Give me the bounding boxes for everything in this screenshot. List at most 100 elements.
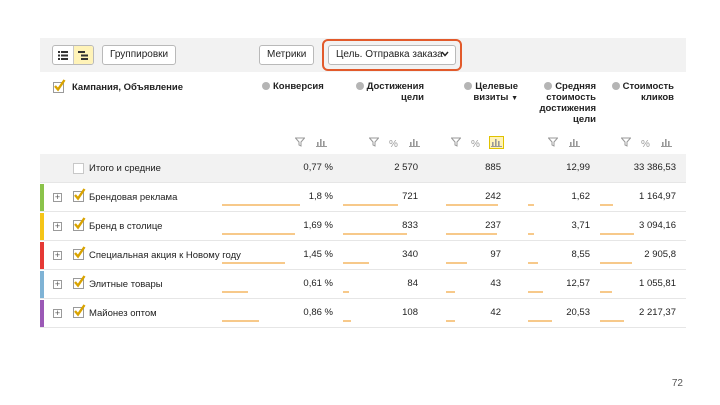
goal-select[interactable]: Цель. Отправка заказа xyxy=(328,45,456,65)
avg-goal-cost-value: 12,57 xyxy=(566,278,590,289)
conversion-value: 1,8 % xyxy=(308,191,333,202)
goal-select-label: Цель. Отправка заказа xyxy=(336,49,443,60)
metrics-button[interactable]: Метрики xyxy=(259,45,315,65)
value-bar xyxy=(528,320,552,322)
click-cost-value: 2 905,8 xyxy=(644,249,676,260)
target-visits-value: 237 xyxy=(485,220,501,231)
value-bar xyxy=(343,320,351,322)
value-bar xyxy=(600,320,624,322)
value-bar xyxy=(222,320,259,322)
goal-reaches-value: 2 570 xyxy=(394,162,418,173)
value-bar xyxy=(528,262,538,264)
expand-row-button[interactable]: + xyxy=(53,222,62,231)
view-mode-switch xyxy=(52,45,94,65)
value-bar xyxy=(222,262,285,264)
list-view-icon xyxy=(57,50,68,60)
expand-row-button[interactable]: + xyxy=(53,309,62,318)
campaign-name[interactable]: Элитные товары xyxy=(89,279,163,290)
row-color-stripe xyxy=(40,184,44,211)
goal-reaches-value: 833 xyxy=(402,220,418,231)
row-checkbox[interactable] xyxy=(73,246,86,260)
total-checkbox[interactable] xyxy=(73,163,84,174)
value-bar xyxy=(600,262,632,264)
campaign-name[interactable]: Бренд в столице xyxy=(89,221,162,232)
row-color-stripe xyxy=(40,271,44,298)
table-row[interactable]: + Брендовая реклама 1,8 % 721 242 1,62 1 164,9… xyxy=(40,183,686,212)
value-bar xyxy=(446,262,467,264)
avg-goal-cost-value: 20,53 xyxy=(566,307,590,318)
filter-icon[interactable] xyxy=(620,134,632,147)
filter-icon[interactable] xyxy=(368,134,380,147)
value-bar xyxy=(222,233,295,235)
filter-icon[interactable] xyxy=(547,134,559,147)
total-label: Итого и средние xyxy=(89,163,161,174)
tree-view-icon xyxy=(78,50,89,60)
value-bar xyxy=(528,233,534,235)
click-cost-value: 2 217,37 xyxy=(639,307,676,318)
row-color-stripe xyxy=(40,213,44,240)
list-view-button[interactable] xyxy=(53,46,73,64)
expand-row-button[interactable]: + xyxy=(53,193,62,202)
goal-reaches-value: 84 xyxy=(407,278,418,289)
chart-icon[interactable] xyxy=(315,134,328,147)
value-bar xyxy=(528,204,534,206)
target-visits-value: 885 xyxy=(485,162,501,173)
help-icon[interactable] xyxy=(355,82,364,90)
sort-desc-icon: ▼ xyxy=(511,95,518,102)
campaign-column-header[interactable]: Кампания, Объявление xyxy=(72,82,183,93)
conversion-column-header[interactable]: Конверсия xyxy=(262,81,336,92)
percent-icon[interactable]: % xyxy=(471,134,480,150)
goal-reaches-value: 108 xyxy=(402,307,418,318)
percent-icon[interactable]: % xyxy=(389,134,398,150)
help-icon[interactable] xyxy=(544,82,553,90)
target-visits-column-header[interactable]: Целевые визиты ▼ xyxy=(452,81,518,104)
column-label: Стоимость кликов xyxy=(622,81,674,103)
goal-reaches-value: 721 xyxy=(402,191,418,202)
select-all-checkbox[interactable] xyxy=(53,79,66,93)
row-checkbox[interactable] xyxy=(73,304,86,318)
expand-row-button[interactable]: + xyxy=(53,251,62,260)
expand-row-button[interactable]: + xyxy=(53,280,62,289)
row-checkbox[interactable] xyxy=(73,275,86,289)
checkmark-icon xyxy=(74,246,86,259)
filter-icon[interactable] xyxy=(450,134,462,147)
total-row[interactable]: Итого и средние 0,77 % 2 570 885 12,99 33 386… xyxy=(40,154,686,183)
chart-icon[interactable] xyxy=(568,134,581,147)
chart-icon[interactable] xyxy=(408,134,421,147)
target-visits-value: 42 xyxy=(490,307,501,318)
report-panel: Группировки Метрики Цель. Отправка заказ… xyxy=(40,38,686,332)
checkmark-icon xyxy=(54,79,66,92)
conversion-value: 0,86 % xyxy=(303,307,333,318)
click-cost-column-header[interactable]: Стоимость кликов xyxy=(610,81,674,103)
report-toolbar: Группировки Метрики Цель. Отправка заказ… xyxy=(40,38,686,72)
campaign-name[interactable]: Специальная акция к Новому году xyxy=(89,250,241,261)
campaign-name[interactable]: Брендовая реклама xyxy=(89,192,177,203)
tree-view-button[interactable] xyxy=(72,46,93,64)
avg-goal-cost-column-header[interactable]: Средняя стоимость достижения цели xyxy=(528,81,597,125)
target-visits-value: 97 xyxy=(490,249,501,260)
column-label: Достижения цели xyxy=(366,81,424,103)
chart-icon[interactable] xyxy=(660,134,673,147)
filter-icon[interactable] xyxy=(294,134,306,147)
value-bar xyxy=(343,262,369,264)
value-bar xyxy=(343,204,398,206)
row-checkbox[interactable] xyxy=(73,188,86,202)
table-row[interactable]: + Майонез оптом 0,86 % 108 42 20,53 2 217,37 xyxy=(40,299,686,328)
help-icon[interactable] xyxy=(611,82,620,90)
table-row[interactable]: + Элитные товары 0,61 % 84 43 12,57 1 055,81 xyxy=(40,270,686,299)
value-bar xyxy=(222,291,248,293)
groupings-button[interactable]: Группировки xyxy=(102,45,177,65)
campaign-name[interactable]: Майонез оптом xyxy=(89,308,157,319)
help-icon[interactable] xyxy=(262,82,270,90)
table-row[interactable]: + Специальная акция к Новому году 1,45 % 34… xyxy=(40,241,686,270)
target-visits-value: 43 xyxy=(490,278,501,289)
help-icon[interactable] xyxy=(464,82,473,90)
checkmark-icon xyxy=(74,217,86,230)
value-bar xyxy=(446,320,455,322)
row-checkbox[interactable] xyxy=(73,217,86,231)
percent-icon[interactable]: % xyxy=(641,134,650,150)
goal-reaches-column-header[interactable]: Достижения цели xyxy=(346,81,424,103)
slide-page-number: 72 xyxy=(671,378,683,389)
table-row[interactable]: + Бренд в столице 1,69 % 833 237 3,71 3 094,16 xyxy=(40,212,686,241)
chart-icon-active[interactable] xyxy=(489,134,504,149)
